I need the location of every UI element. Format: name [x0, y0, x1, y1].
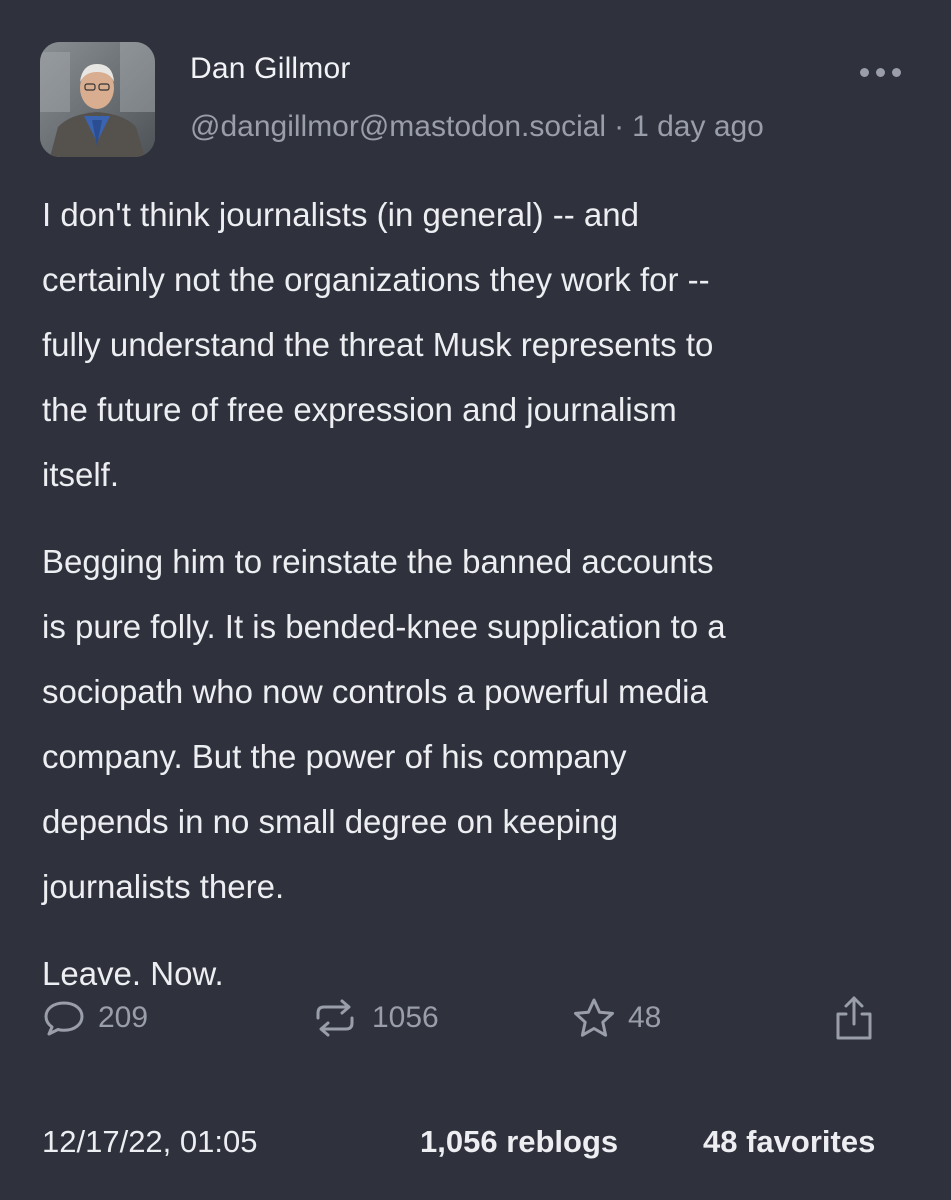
share-icon — [836, 996, 872, 1040]
post-timestamp: 12/17/22, 01:05 — [42, 1124, 258, 1159]
more-dot-icon — [876, 67, 885, 77]
more-options-button[interactable] — [860, 62, 910, 82]
reply-button[interactable]: 209 — [42, 988, 148, 1048]
favorites-summary[interactable]: 48 favorites — [703, 1124, 875, 1160]
relative-time[interactable]: 1 day ago — [632, 110, 764, 143]
post-footer: 12/17/22, 01:05 1,056 reblogs 48 favorit… — [0, 1118, 951, 1168]
reply-count: 209 — [98, 1001, 149, 1034]
share-button[interactable] — [832, 988, 876, 1048]
reblog-button[interactable]: 1056 — [310, 988, 439, 1048]
avatar[interactable] — [40, 42, 155, 157]
meta-separator: · — [614, 110, 625, 143]
post-paragraph: Begging him to reinstate the banned acco… — [42, 543, 726, 905]
post-paragraph: I don't think journalists (in general) -… — [42, 196, 714, 493]
reply-icon — [44, 1001, 84, 1036]
action-bar: 209 1056 48 — [42, 988, 902, 1048]
post-meta: @dangillmor@mastodon.social · 1 day ago — [190, 110, 764, 144]
more-dot-icon — [860, 67, 869, 77]
author-handle[interactable]: @dangillmor@mastodon.social — [190, 110, 606, 143]
reblog-icon — [316, 999, 354, 1037]
reblogs-summary[interactable]: 1,056 reblogs — [420, 1124, 618, 1160]
author-display-name[interactable]: Dan Gillmor — [190, 52, 351, 86]
more-dot-icon — [892, 67, 901, 77]
star-icon — [574, 998, 614, 1037]
avatar-image — [40, 42, 155, 157]
reblog-count: 1056 — [372, 1001, 439, 1034]
favorite-button[interactable]: 48 — [572, 988, 661, 1048]
post-content: I don't think journalists (in general) -… — [42, 182, 922, 1028]
favorite-count: 48 — [628, 1001, 662, 1034]
